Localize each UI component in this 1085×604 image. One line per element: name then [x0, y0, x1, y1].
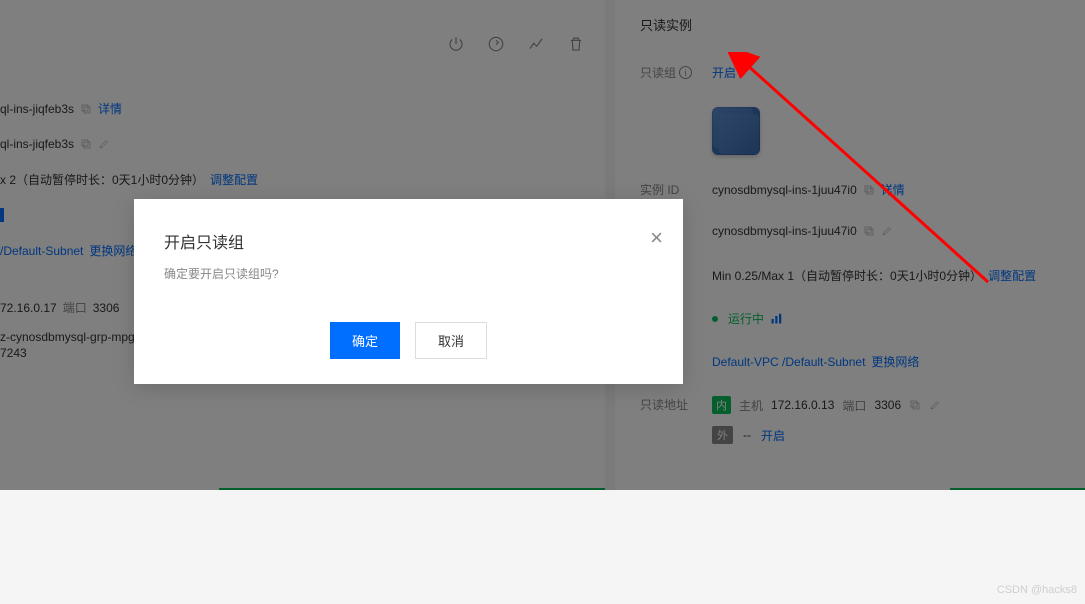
confirm-button[interactable]: 确定 [330, 322, 400, 359]
watermark: CSDN @hacks8 [997, 584, 1077, 596]
modal-title: 开启只读组 [164, 229, 653, 253]
confirm-modal: × 开启只读组 确定要开启只读组吗? 确定 取消 [134, 199, 683, 384]
cancel-button[interactable]: 取消 [415, 322, 487, 359]
close-icon[interactable]: × [650, 227, 663, 249]
modal-desc: 确定要开启只读组吗? [164, 265, 653, 282]
